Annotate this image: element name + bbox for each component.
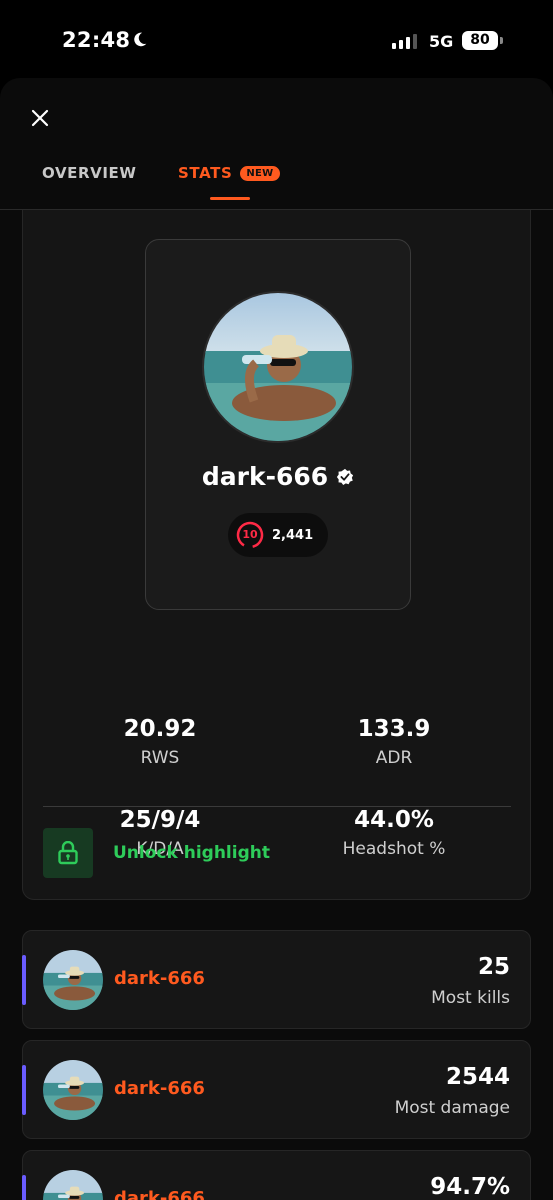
stat-adr-label: ADR [375,748,413,768]
stat-rws-label: RWS [140,748,180,768]
stat-adr: 133.9 ADR [294,716,494,768]
elo-value: 2,441 [272,527,314,543]
highlight-label: Most damage [394,1098,510,1118]
status-bar: 22:48 5G 80 [0,0,553,80]
tab-active-indicator [210,197,250,200]
tab-overview-label: OVERVIEW [42,164,137,182]
avatar [43,950,103,1010]
new-badge: NEW [240,165,280,181]
tab-stats[interactable]: STATS NEW [178,164,280,182]
verified-icon [337,468,354,485]
close-button[interactable] [22,100,58,136]
row-accent-bar [22,955,26,1005]
moon-icon [134,32,147,47]
highlight-value: 94.7% [430,1174,510,1200]
stats-sheet: OVERVIEW STATS NEW dark-666 10 2,441 20.… [0,78,553,1200]
signal-icon [392,33,417,49]
skill-level-badge: 10 [236,521,264,549]
network-label: 5G [429,32,454,51]
elo-pill: 10 2,441 [228,513,328,557]
stat-headshot-label: Headshot % [342,839,446,859]
highlight-player-name[interactable]: dark-666 [114,1188,205,1200]
divider [43,806,511,807]
row-accent-bar [22,1175,26,1200]
stat-rws: 20.92 RWS [60,716,260,768]
highlight-label: Most kills [431,988,510,1008]
status-time: 22:48 [62,28,131,52]
unlock-highlight-label: Unlock highlight [113,843,270,863]
highlight-row[interactable]: dark-666 2544 Most damage [22,1040,531,1139]
tab-overview[interactable]: OVERVIEW [42,164,137,182]
highlight-player-name[interactable]: dark-666 [114,968,205,989]
stat-headshot-value: 44.0% [354,807,434,833]
battery-indicator: 80 [462,31,498,50]
skill-level: 10 [242,528,258,541]
avatar [43,1060,103,1120]
stat-adr-value: 133.9 [357,716,431,742]
player-card: dark-666 10 2,441 [145,239,411,610]
match-stats-card: dark-666 10 2,441 20.92 RWS 133.9 ADR 25… [22,210,531,900]
highlight-value: 25 [477,954,510,980]
avatar [43,1170,103,1200]
battery-nub [500,37,503,44]
close-icon [31,109,49,127]
stat-rws-value: 20.92 [123,716,197,742]
highlight-row[interactable]: dark-666 94.7% [22,1150,531,1200]
player-name-row: dark-666 [146,462,410,491]
player-name: dark-666 [201,462,329,491]
unlock-highlight-button[interactable]: Unlock highlight [43,828,270,878]
row-accent-bar [22,1065,26,1115]
stat-headshot: 44.0% Headshot % [294,807,494,859]
lock-icon [58,841,78,865]
avatar [202,291,354,443]
tab-bar: OVERVIEW STATS NEW [0,158,553,210]
highlight-row[interactable]: dark-666 25 Most kills [22,930,531,1029]
highlight-value: 2544 [445,1064,510,1090]
highlight-player-name[interactable]: dark-666 [114,1078,205,1099]
lock-icon-box [43,828,93,878]
tab-stats-label: STATS [178,164,233,182]
